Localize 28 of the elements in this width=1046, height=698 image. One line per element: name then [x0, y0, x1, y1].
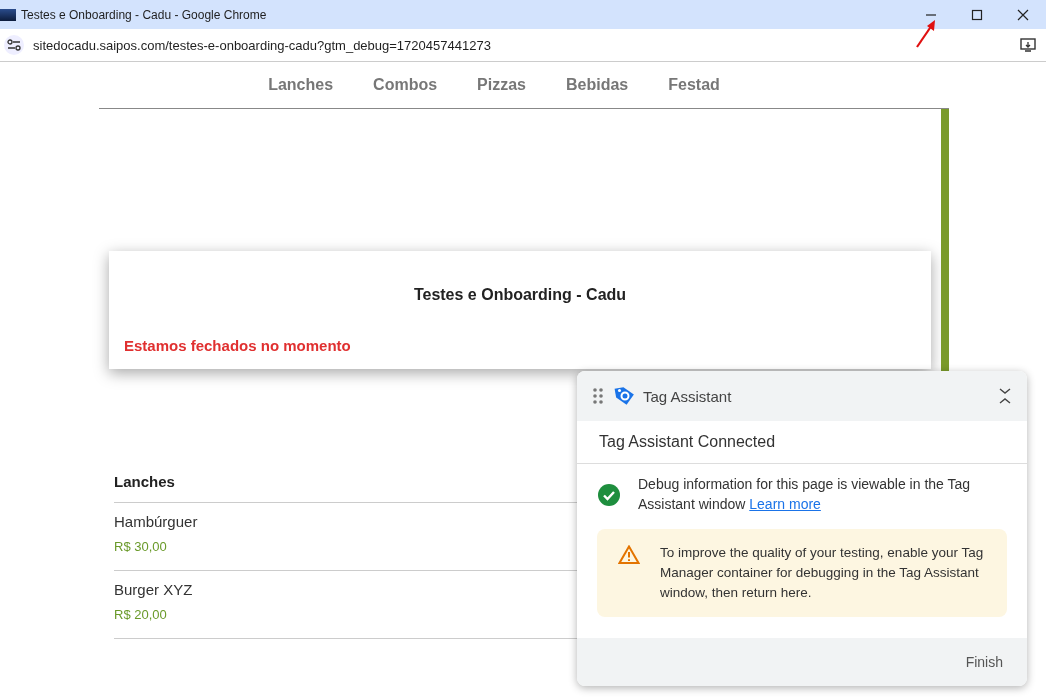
item-name[interactable]: Burger XYZ — [114, 581, 193, 598]
item-name[interactable]: Hambúrguer — [114, 513, 198, 530]
warning-icon — [618, 545, 640, 564]
install-app-icon[interactable] — [1020, 38, 1036, 52]
drag-handle-icon[interactable] — [593, 388, 603, 404]
close-icon[interactable] — [1017, 8, 1029, 21]
window-title: Testes e Onboarding - Cadu - Google Chrome — [21, 7, 267, 22]
url-text[interactable]: sitedocadu.saipos.com/testes-e-onboarding-cadu?gtm_debug=1720457441273 — [33, 37, 491, 53]
favicon-icon — [0, 8, 16, 21]
annotation-arrow — [915, 19, 937, 49]
collapse-icon[interactable] — [999, 387, 1011, 405]
warning-text: To improve the quality of your testing, enable your Tag Manager container for debugging in the Tag Assistant window, then return here. — [660, 544, 985, 602]
category-link[interactable]: Bebidas — [566, 76, 629, 94]
finish-button[interactable]: Finish — [959, 653, 1009, 671]
item-price: R$ 20,00 — [114, 607, 167, 622]
category-link[interactable]: Festad — [668, 76, 720, 94]
site-settings-icon[interactable] — [4, 35, 24, 55]
maximize-icon[interactable] — [971, 8, 983, 21]
category-link[interactable]: Combos — [373, 76, 438, 94]
connection-heading: Tag Assistant Connected — [577, 421, 1027, 464]
panel-title: Tag Assistant — [643, 387, 732, 405]
tag-icon — [614, 385, 636, 407]
store-status: Estamos fechados no momento — [124, 337, 352, 354]
check-circle-icon — [598, 484, 620, 506]
item-price: R$ 30,00 — [114, 539, 167, 554]
category-link[interactable]: Lanches — [268, 76, 334, 94]
store-name: Testes e Onboarding - Cadu — [412, 286, 628, 304]
category-link[interactable]: Pizzas — [477, 76, 526, 94]
